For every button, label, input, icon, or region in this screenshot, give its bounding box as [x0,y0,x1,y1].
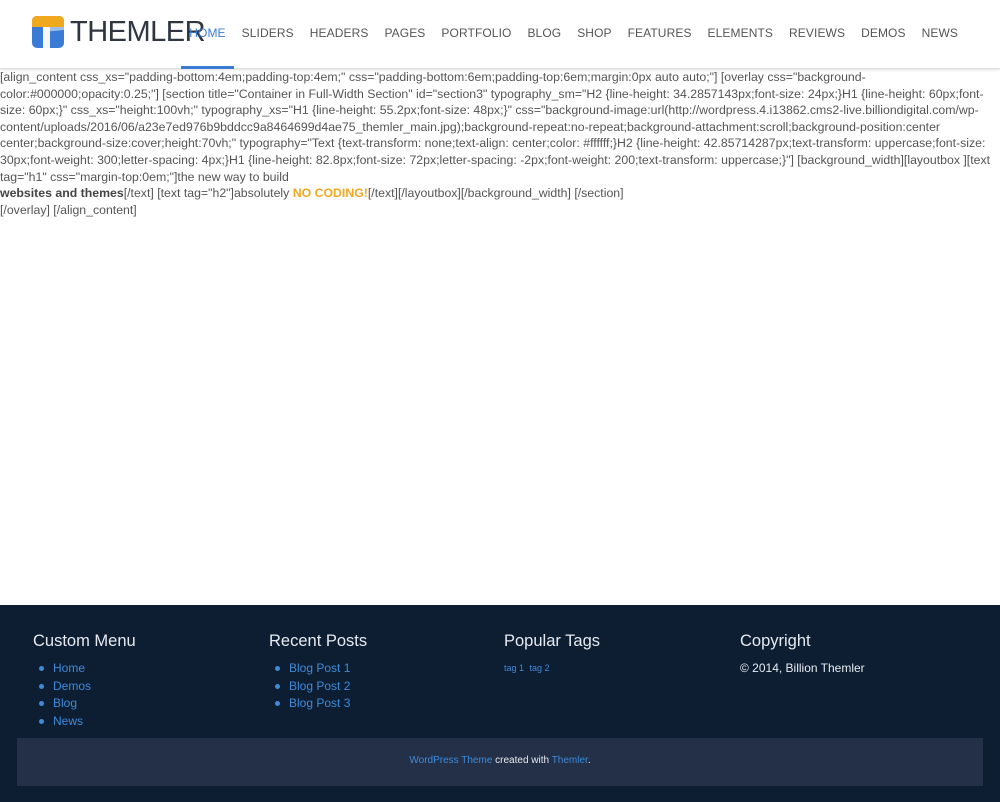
nav-reviews[interactable]: REVIEWS [781,0,853,68]
shortcode-text: [align_content css_xs="padding-bottom:4e… [0,70,991,184]
footer-link-news[interactable]: News [39,713,253,731]
site-logo[interactable]: THEMLER [32,16,206,48]
tag-link[interactable]: tag 2 [530,663,550,673]
footer-credit-bar: WordPress Theme created with Themler. [17,738,983,786]
credit-text: created with [492,755,552,766]
shortcode-text-end: [/text][/layoutbox][/background_width] [… [367,186,624,201]
nav-elements[interactable]: ELEMENTS [700,0,781,68]
nav-demos[interactable]: DEMOS [853,0,914,68]
footer-heading: Copyright [740,632,811,650]
themler-link[interactable]: Themler [552,755,588,766]
highlight-text: NO CODING! [292,186,368,201]
recent-posts-list: Blog Post 1 Blog Post 2 Blog Post 3 [269,660,489,713]
wordpress-theme-link[interactable]: WordPress Theme [409,755,492,766]
page-content: [align_content css_xs="padding-bottom:4e… [0,69,998,218]
footer-custom-menu: Custom Menu Home Demos Blog News [33,631,253,730]
main-nav: HOME SLIDERS HEADERS PAGES PORTFOLIO BLO… [181,0,966,69]
nav-shop[interactable]: SHOP [569,0,619,68]
footer-recent-posts: Recent Posts Blog Post 1 Blog Post 2 Blo… [269,631,489,713]
footer-copyright: Copyright © 2014, Billion Themler [740,631,960,676]
tag-cloud: tag 1 tag 2 [504,660,724,676]
footer-link-blog[interactable]: Blog [39,695,253,713]
custom-menu-list: Home Demos Blog News [33,660,253,730]
footer-heading: Custom Menu [33,632,136,650]
site-header: THEMLER HOME SLIDERS HEADERS PAGES PORTF… [0,0,1000,69]
nav-portfolio[interactable]: PORTFOLIO [433,0,519,68]
footer-post-link[interactable]: Blog Post 2 [275,678,489,696]
copyright-text: © 2014, Billion Themler [740,661,865,675]
shortcode-text-closing: [/overlay] [/align_content] [0,202,137,217]
nav-blog[interactable]: BLOG [519,0,569,68]
credit-period: . [587,755,591,766]
bold-text: websites and themes [0,186,124,201]
site-footer: Custom Menu Home Demos Blog News Recent … [0,605,1000,802]
shortcode-text-middle: [/text] [text tag="h2"]absolutely [123,186,293,201]
nav-home[interactable]: HOME [181,0,235,69]
shortcode-text-line2: websites and themes[/text] [text tag="h2… [0,185,998,202]
footer-heading: Popular Tags [504,632,601,650]
nav-pages[interactable]: PAGES [376,0,433,68]
themler-logo-icon [32,16,64,48]
footer-heading: Recent Posts [269,632,368,650]
footer-post-link[interactable]: Blog Post 3 [275,695,489,713]
nav-sliders[interactable]: SLIDERS [234,0,302,68]
footer-link-home[interactable]: Home [39,660,253,678]
footer-popular-tags: Popular Tags tag 1 tag 2 [504,631,724,676]
tag-link[interactable]: tag 1 [504,663,524,673]
nav-features[interactable]: FEATURES [620,0,700,68]
nav-headers[interactable]: HEADERS [302,0,377,68]
footer-link-demos[interactable]: Demos [39,678,253,696]
footer-post-link[interactable]: Blog Post 1 [275,660,489,678]
nav-news[interactable]: NEWS [914,0,966,68]
